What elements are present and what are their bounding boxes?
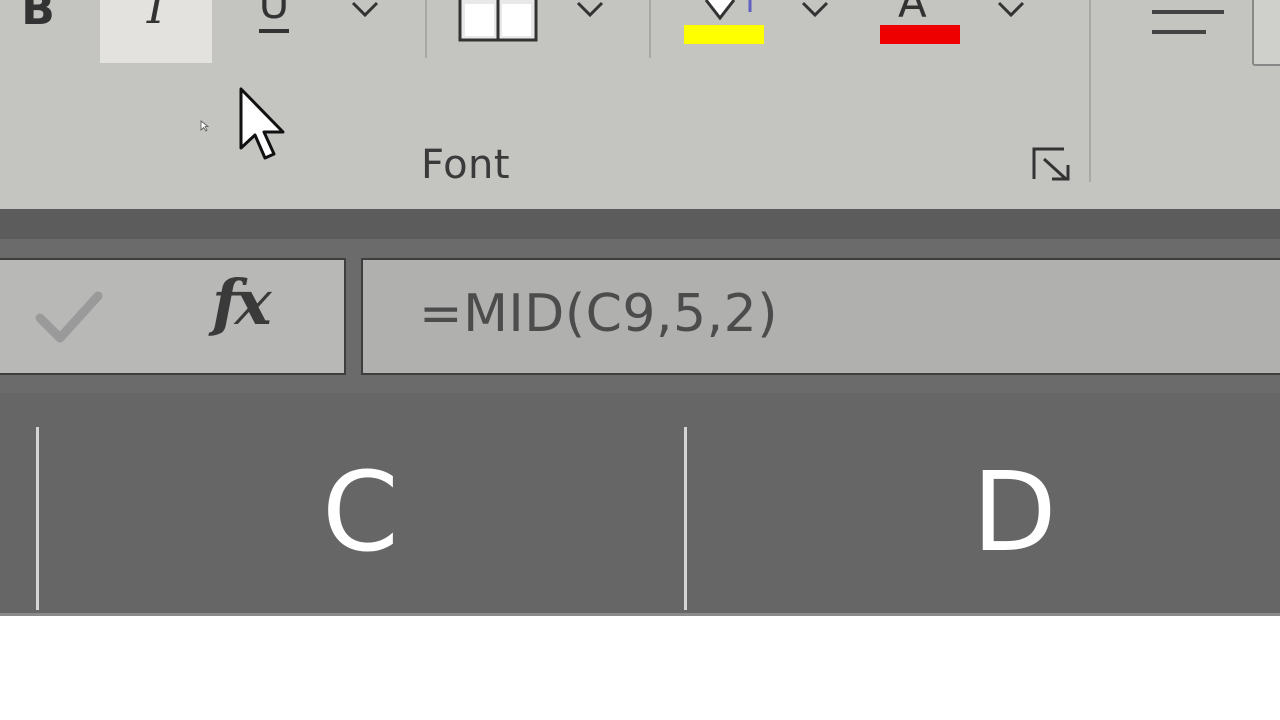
column-headers: C D — [0, 393, 1280, 616]
column-header-d[interactable]: D — [972, 457, 1057, 567]
underline-dropdown-chevron-icon[interactable] — [350, 0, 380, 20]
italic-glyph: I — [146, 0, 166, 34]
ribbon-bottom-edge — [0, 209, 1280, 239]
align-left-icon[interactable] — [1150, 6, 1226, 36]
underline-glyph: U — [258, 0, 290, 33]
font-color-swatch — [880, 25, 960, 44]
italic-button[interactable]: I — [100, 0, 212, 63]
checkmark-icon[interactable] — [34, 288, 104, 348]
formula-controls: fx — [0, 258, 346, 375]
dialog-launcher-icon[interactable] — [1030, 145, 1074, 185]
borders-dropdown-chevron-icon[interactable] — [575, 0, 605, 20]
mouse-pointer-icon — [239, 87, 285, 160]
excel-window: B I U A Font fx =MID(C9,5,2) C D — [0, 0, 1280, 720]
underline-button[interactable]: U — [244, 0, 304, 63]
font-color-letter[interactable]: A — [898, 0, 927, 24]
column-divider[interactable] — [684, 427, 687, 610]
wrap-text-button[interactable] — [1252, 0, 1280, 66]
column-divider[interactable] — [36, 427, 39, 610]
borders-icon[interactable] — [458, 0, 538, 44]
column-header-c[interactable]: C — [322, 457, 399, 567]
worksheet-grid[interactable] — [0, 616, 1280, 720]
ribbon: B I U A Font — [0, 0, 1280, 209]
bold-glyph: B — [21, 0, 55, 35]
font-color-dropdown-chevron-icon[interactable] — [996, 0, 1026, 20]
insert-function-button[interactable]: fx — [212, 266, 272, 339]
font-group-label: Font — [421, 142, 511, 188]
ribbon-group-separator — [1089, 0, 1091, 182]
ribbon-separator — [649, 0, 651, 58]
formula-bar-area: fx =MID(C9,5,2) — [0, 209, 1280, 393]
fill-color-icon[interactable] — [684, 0, 764, 45]
bold-button[interactable]: B — [10, 0, 66, 63]
fill-color-dropdown-chevron-icon[interactable] — [800, 0, 830, 20]
formula-text: =MID(C9,5,2) — [419, 284, 779, 344]
formula-input[interactable]: =MID(C9,5,2) — [361, 258, 1280, 375]
cursor-shadow-icon — [200, 120, 210, 132]
ribbon-separator — [425, 0, 427, 58]
